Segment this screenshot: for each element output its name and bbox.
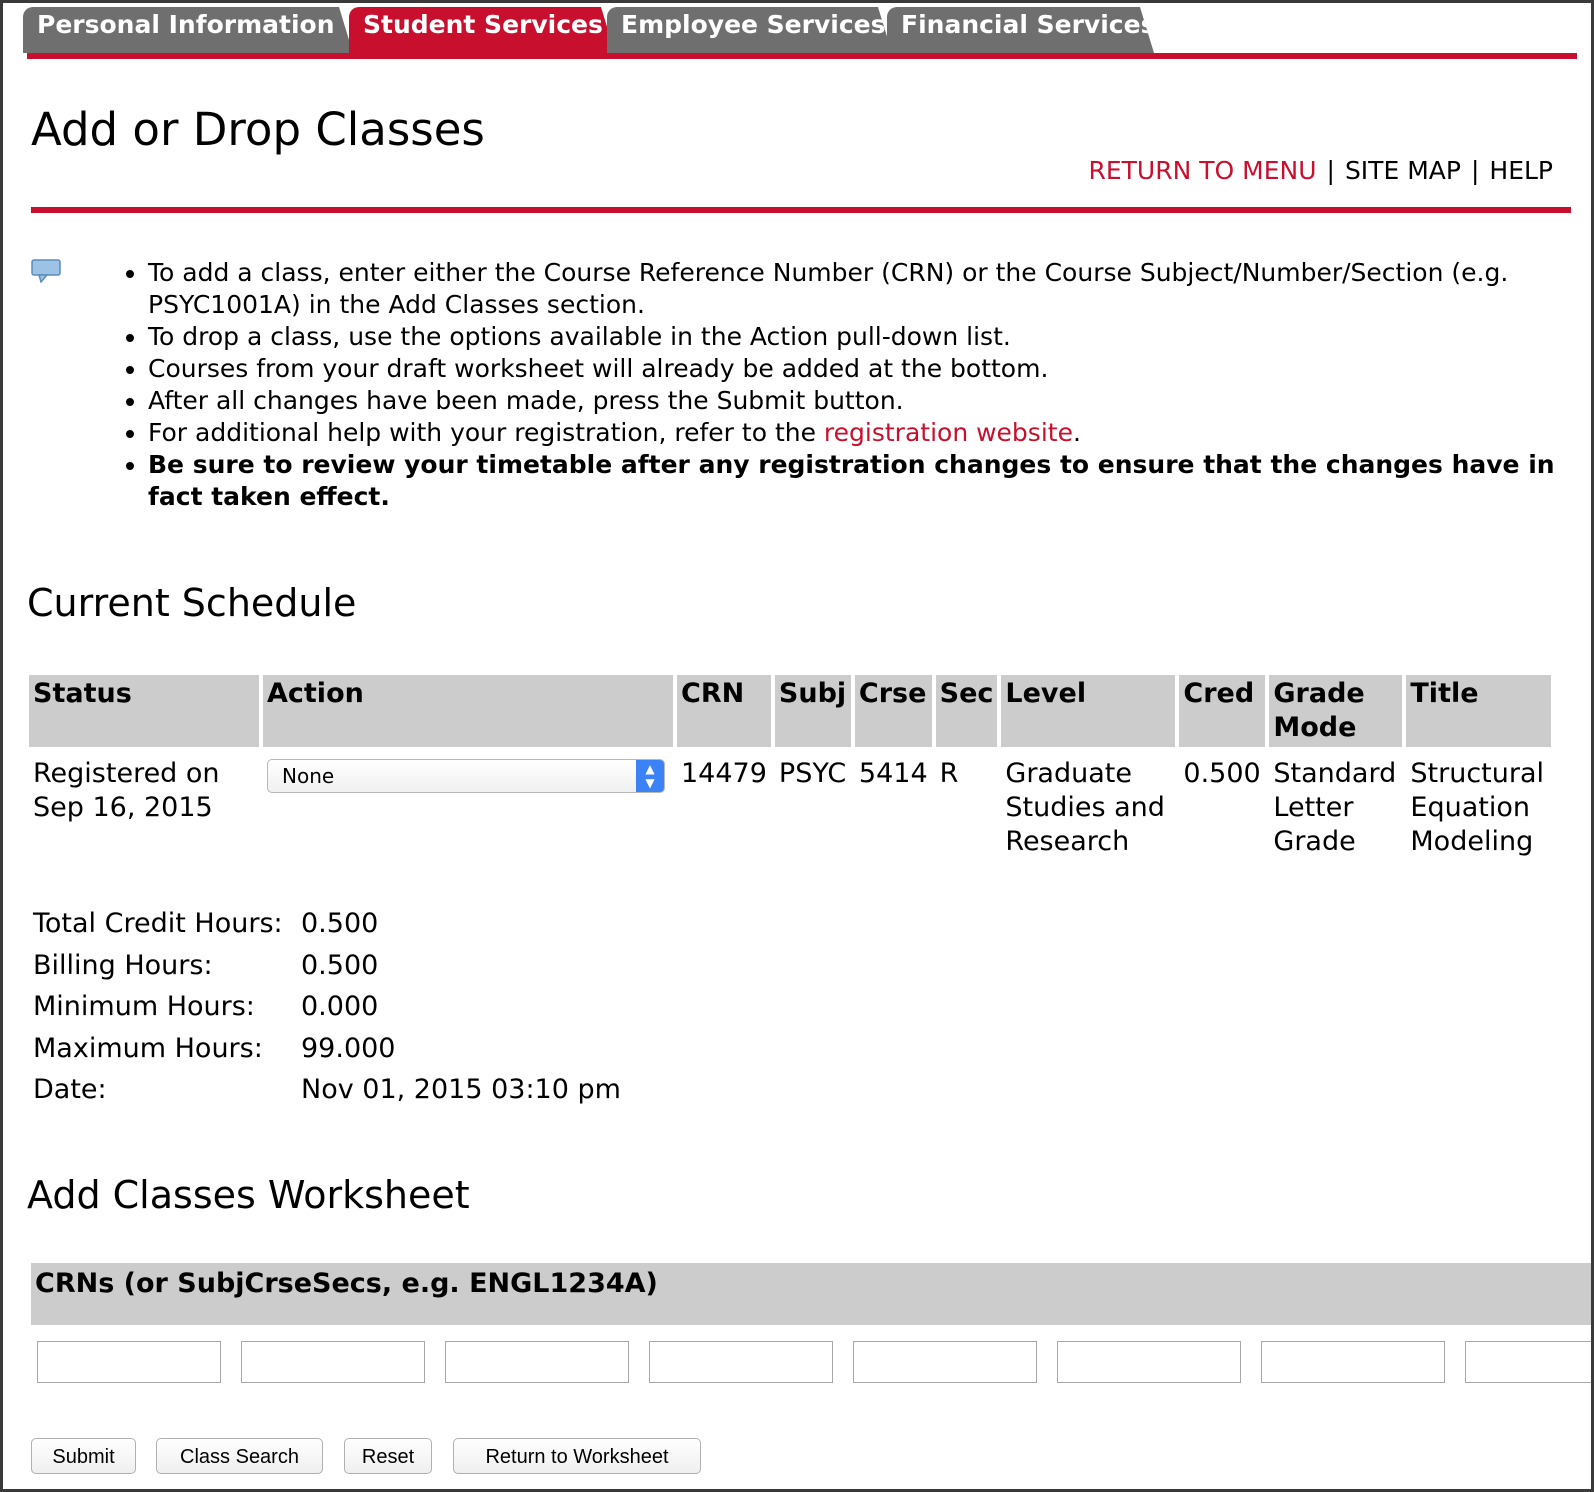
crn-column-header: CRNs (or SubjCrseSecs, e.g. ENGL1234A) <box>31 1263 1591 1325</box>
link-separator: | <box>1326 156 1335 185</box>
billing-value: 0.500 <box>301 949 379 981</box>
up-down-chevron-icon: ▲ ▼ <box>636 760 664 792</box>
list-item: To drop a class, use the options availab… <box>148 321 1591 353</box>
title-divider <box>31 207 1571 213</box>
return-to-menu-link[interactable]: RETURN TO MENU <box>1088 156 1316 185</box>
column-header-subj: Subj <box>774 675 851 747</box>
instructions-list: To add a class, enter either the Course … <box>103 257 1591 513</box>
tab-underline <box>27 53 1577 59</box>
level-cell: Graduate Studies and Research <box>1005 758 1165 857</box>
crn-input-6[interactable] <box>1057 1341 1241 1383</box>
maximum-label: Maximum Hours: <box>33 1032 263 1064</box>
minimum-label: Minimum Hours: <box>33 991 255 1023</box>
speech-bubble-icon <box>31 259 61 284</box>
column-header-crse: Crse <box>854 675 932 747</box>
add-classes-worksheet-heading: Add Classes Worksheet <box>27 1173 470 1217</box>
cred-cell: 0.500 <box>1183 758 1261 789</box>
return-to-worksheet-button[interactable]: Return to Worksheet <box>453 1438 701 1474</box>
top-links: RETURN TO MENU | SITE MAP | HELP <box>1088 156 1553 185</box>
tab-employee-services[interactable]: Employee Services <box>607 7 892 53</box>
crn-input-5[interactable] <box>853 1341 1037 1383</box>
total-credit-label: Total Credit Hours: <box>33 908 283 940</box>
current-schedule-heading: Current Schedule <box>27 581 357 625</box>
date-label: Date: <box>33 1074 107 1106</box>
list-item: Be sure to review your timetable after a… <box>148 449 1591 513</box>
table-row: Registered on Sep 16, 2015 None ▲ ▼ 14479… <box>29 747 1551 859</box>
list-item: To add a class, enter either the Course … <box>148 257 1591 321</box>
sec-cell: R <box>939 758 959 789</box>
list-item: For additional help with your registrati… <box>148 417 1591 449</box>
subj-cell: PSYC <box>778 758 847 789</box>
totals-table: Total Credit Hours: 0.500 Billing Hours: 0… <box>29 903 625 1111</box>
grade-mode-cell: Standard Letter Grade <box>1273 758 1397 857</box>
table-row: Minimum Hours: 0.000 <box>29 986 625 1028</box>
list-item: Courses from your draft worksheet will a… <box>148 353 1591 385</box>
action-select-value: None <box>282 764 335 788</box>
status-cell: Registered on Sep 16, 2015 <box>33 758 220 823</box>
column-header-sec: Sec <box>935 675 998 747</box>
page-title: Add or Drop Classes <box>31 103 485 156</box>
table-row: Billing Hours: 0.500 <box>29 945 625 987</box>
column-header-cred: Cred <box>1179 675 1266 747</box>
list-item: After all changes have been made, press … <box>148 385 1591 417</box>
crn-input-2[interactable] <box>241 1341 425 1383</box>
crn-input-4[interactable] <box>649 1341 833 1383</box>
title-cell: Structural Equation Modeling <box>1410 758 1545 857</box>
action-select[interactable]: None ▲ ▼ <box>267 759 665 793</box>
link-separator: | <box>1470 156 1480 185</box>
table-row: Maximum Hours: 99.000 <box>29 1028 625 1070</box>
total-credit-value: 0.500 <box>301 908 379 940</box>
tab-personal-information[interactable]: Personal Information <box>23 7 353 53</box>
crn-cell: 14479 <box>681 758 767 789</box>
column-header-title: Title <box>1406 675 1552 747</box>
crn-input-3[interactable] <box>445 1341 629 1383</box>
class-search-button[interactable]: Class Search <box>156 1438 323 1474</box>
crse-cell: 5414 <box>858 758 928 789</box>
tab-financial-services[interactable]: Financial Services <box>887 7 1154 53</box>
crn-input-1[interactable] <box>37 1341 221 1383</box>
submit-button[interactable]: Submit <box>31 1438 136 1474</box>
list-item-text: . <box>1072 418 1081 447</box>
crn-input-7[interactable] <box>1261 1341 1445 1383</box>
registration-website-link[interactable]: registration website <box>824 418 1073 447</box>
column-header-level: Level <box>1001 675 1176 747</box>
site-map-link[interactable]: SITE MAP <box>1345 156 1461 185</box>
table-row: Total Credit Hours: 0.500 <box>29 903 625 945</box>
list-item-text: For additional help with your registrati… <box>148 418 824 447</box>
help-link[interactable]: HELP <box>1489 156 1553 185</box>
action-cell: None ▲ ▼ <box>263 747 673 859</box>
minimum-value: 0.000 <box>301 991 379 1023</box>
table-row: Date: Nov 01, 2015 03:10 pm <box>29 1069 625 1111</box>
column-header-crn: CRN <box>677 675 771 747</box>
tab-student-services[interactable]: Student Services <box>349 7 615 53</box>
crn-input-8[interactable] <box>1465 1341 1591 1383</box>
billing-label: Billing Hours: <box>33 949 213 981</box>
page-frame: Personal Information Student Services Em… <box>0 0 1594 1492</box>
maximum-value: 99.000 <box>301 1032 396 1064</box>
current-schedule-table: Status Action CRN Subj Crse Sec Level Cr… <box>25 675 1555 859</box>
column-header-grade-mode: Grade Mode <box>1269 675 1403 747</box>
column-header-action: Action <box>263 675 673 747</box>
date-value: Nov 01, 2015 03:10 pm <box>301 1074 621 1106</box>
reset-button[interactable]: Reset <box>344 1438 432 1474</box>
main-tabs: Personal Information Student Services Em… <box>23 3 1583 53</box>
column-header-status: Status <box>29 675 259 747</box>
